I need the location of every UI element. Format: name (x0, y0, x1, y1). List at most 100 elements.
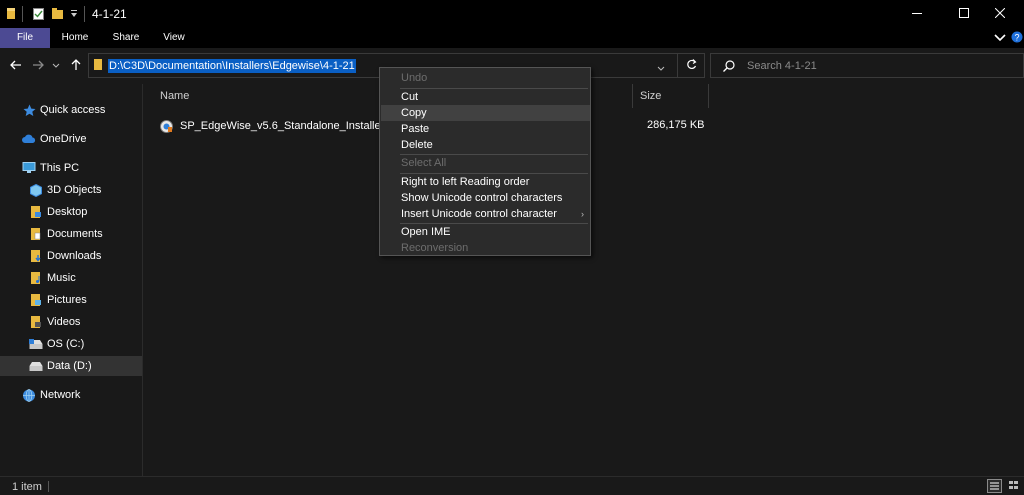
menu-item-reconversion[interactable]: Reconversion (381, 240, 590, 256)
sidebar-item-documents[interactable]: Documents (29, 224, 103, 244)
folder-icon (93, 59, 103, 74)
sidebar-item-network[interactable]: Network (22, 385, 80, 405)
menu-item-insert-unicode-control[interactable]: Insert Unicode control character › (381, 206, 590, 222)
sidebar-item-pictures[interactable]: Pictures (29, 290, 87, 310)
search-input[interactable]: Search 4-1-21 (747, 60, 817, 72)
column-header-size[interactable]: Size (640, 90, 661, 102)
refresh-button[interactable] (677, 53, 705, 78)
sidebar-item-label: Documents (47, 228, 103, 240)
file-size: 286,175 KB (647, 119, 705, 131)
customize-dropdown-icon[interactable] (71, 9, 77, 21)
videos-icon (29, 315, 43, 329)
folder-icon (6, 8, 16, 23)
maximize-icon (959, 7, 969, 21)
back-arrow-icon (10, 59, 22, 74)
sidebar-item-desktop[interactable]: Desktop (29, 202, 87, 222)
new-folder-icon[interactable] (52, 8, 64, 23)
help-icon[interactable]: ? (1011, 31, 1023, 46)
menu-item-open-ime[interactable]: Open IME (381, 224, 590, 240)
item-count: 1 item (12, 481, 42, 493)
svg-text:?: ? (1014, 33, 1019, 43)
chevron-down-icon (52, 60, 60, 72)
sidebar-item-label: Downloads (47, 250, 102, 262)
ribbon-tabs: File Home Share View ? (0, 28, 1024, 48)
minimize-icon (912, 8, 922, 21)
titlebar-divider (22, 6, 23, 22)
menu-item-show-unicode-control[interactable]: Show Unicode control characters (381, 190, 590, 206)
menu-item-select-all[interactable]: Select All (381, 155, 590, 171)
sidebar-item-this-pc[interactable]: This PC (22, 158, 79, 178)
status-bar: 1 item (0, 476, 1024, 495)
star-icon (22, 103, 36, 117)
desktop-folder-icon (29, 205, 43, 219)
up-button[interactable] (68, 58, 84, 74)
sidebar-item-label: OneDrive (40, 133, 87, 145)
title-bar: 4-1-21 (0, 0, 1024, 28)
large-icons-view-button[interactable] (1007, 479, 1022, 493)
refresh-icon (686, 58, 697, 73)
sidebar-item-label: Data (D:) (47, 360, 92, 372)
status-divider (48, 481, 49, 492)
close-icon (994, 7, 1006, 21)
window-title: 4-1-21 (92, 7, 127, 21)
file-name: SP_EdgeWise_v5.6_Standalone_Installer_..… (180, 120, 400, 132)
documents-icon (29, 227, 43, 241)
sidebar-item-os-c[interactable]: OS (C:) (29, 334, 84, 354)
tab-home[interactable]: Home (52, 28, 98, 48)
sidebar-item-videos[interactable]: Videos (29, 312, 80, 332)
tab-view[interactable]: View (151, 28, 197, 48)
sidebar-item-music[interactable]: Music (29, 268, 76, 288)
sidebar-item-downloads[interactable]: Downloads (29, 246, 101, 266)
sidebar-item-3d-objects[interactable]: 3D Objects (29, 180, 101, 200)
navigation-pane: Quick access OneDrive This PC 3D Objects… (0, 84, 143, 476)
sidebar-item-label: 3D Objects (47, 184, 102, 196)
menu-item-delete[interactable]: Delete (381, 137, 590, 153)
context-menu: Undo Cut Copy Paste Delete Select All Ri… (379, 67, 591, 256)
address-path-input[interactable]: D:\C3D\Documentation\Installers\Edgewise… (108, 59, 356, 73)
menu-item-copy[interactable]: Copy (381, 105, 590, 121)
table-row[interactable]: SP_EdgeWise_v5.6_Standalone_Installer_..… (160, 116, 400, 136)
minimize-button[interactable] (894, 0, 940, 28)
sidebar-item-label: Quick access (40, 104, 106, 116)
sidebar-item-onedrive[interactable]: OneDrive (22, 129, 86, 149)
column-divider[interactable] (708, 84, 709, 108)
chevron-down-icon[interactable] (657, 63, 665, 75)
pictures-icon (29, 293, 43, 307)
sidebar-item-label: This PC (40, 162, 80, 174)
forward-button[interactable] (30, 58, 46, 74)
details-view-button[interactable] (987, 479, 1002, 493)
sidebar-item-label: Videos (47, 316, 81, 328)
forward-arrow-icon (32, 59, 44, 74)
close-button[interactable] (977, 0, 1023, 28)
menu-item-cut[interactable]: Cut (381, 89, 590, 105)
submenu-arrow-icon: › (581, 209, 584, 219)
menu-item-paste[interactable]: Paste (381, 121, 590, 137)
column-divider[interactable] (632, 84, 633, 108)
drive-icon (29, 359, 43, 373)
search-icon (723, 60, 735, 75)
tab-file[interactable]: File (0, 28, 50, 48)
menu-item-undo[interactable]: Undo (381, 70, 590, 86)
expand-ribbon-icon[interactable] (994, 33, 1006, 46)
pc-icon (22, 161, 36, 175)
properties-icon[interactable] (33, 8, 44, 23)
sidebar-item-data-d[interactable]: Data (D:) (0, 356, 142, 376)
sidebar-item-label: Desktop (47, 206, 88, 218)
titlebar-divider (84, 6, 85, 22)
search-box[interactable]: Search 4-1-21 (710, 53, 1024, 78)
installer-icon (160, 119, 174, 133)
up-arrow-icon (70, 58, 82, 74)
sidebar-item-label: Pictures (47, 294, 87, 306)
downloads-icon (29, 249, 43, 263)
back-button[interactable] (8, 58, 24, 74)
drive-icon (29, 337, 43, 351)
cube-icon (29, 183, 43, 197)
tab-share[interactable]: Share (103, 28, 149, 48)
sidebar-item-label: Network (40, 389, 81, 401)
recent-locations-button[interactable] (48, 58, 64, 74)
cloud-icon (22, 132, 36, 146)
column-header-name[interactable]: Name (160, 90, 189, 102)
menu-item-rtl-reading-order[interactable]: Right to left Reading order (381, 174, 590, 190)
sidebar-item-quick-access[interactable]: Quick access (22, 100, 105, 120)
large-icons-view-icon (1007, 481, 1020, 494)
